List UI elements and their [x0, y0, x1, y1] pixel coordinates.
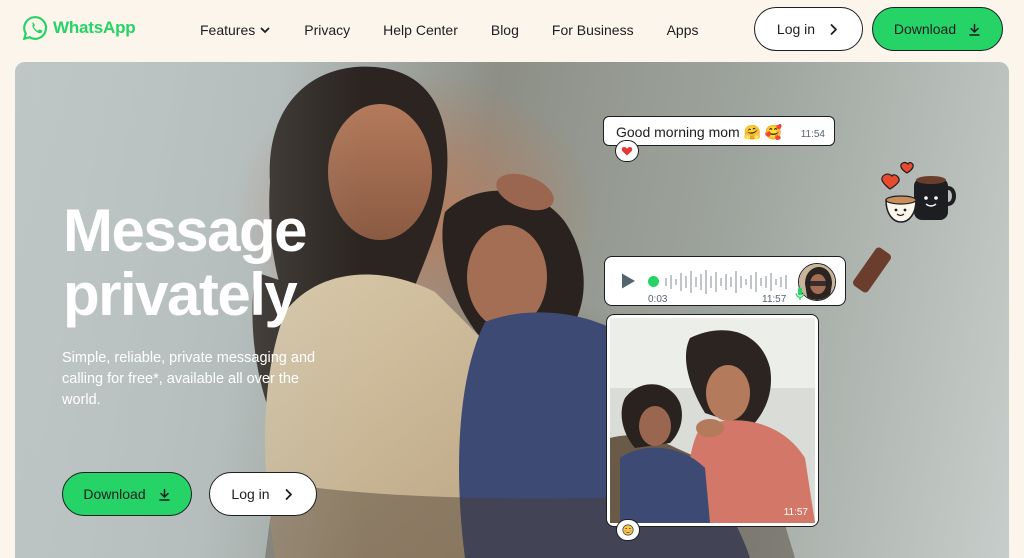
brand-name: WhatsApp: [53, 18, 136, 37]
nav-item-label: Apps: [666, 22, 699, 38]
chevron-down-icon: [260, 27, 270, 33]
message-reaction-badge: [615, 140, 639, 162]
voice-timestamp: 11:57: [762, 294, 787, 305]
login-label: Log in: [231, 486, 270, 502]
chat-message-text: Good morning mom 🤗 🥰: [616, 124, 783, 140]
whatsapp-logo-icon: [22, 16, 48, 41]
hero-section: Message privately Simple, reliable, priv…: [15, 62, 1009, 558]
hero-subtitle: Simple, reliable, private messaging and …: [62, 350, 316, 408]
hero-download-button[interactable]: Download: [62, 472, 192, 516]
hero-title: Message privately: [63, 197, 307, 328]
nav-item-features[interactable]: Features: [200, 22, 271, 38]
blushing-face-icon: [622, 524, 634, 536]
nav-item-label: Features: [200, 22, 256, 38]
voice-duration: 0:03: [648, 294, 668, 305]
login-label: Log in: [776, 21, 816, 37]
nav-item-label: Blog: [490, 22, 519, 38]
heart-icon: [621, 147, 633, 156]
chevron-right-icon: [830, 23, 837, 35]
nav-item-help-center[interactable]: Help Center: [383, 22, 458, 38]
main-nav: Features Privacy Help Center Blog For Bu…: [200, 20, 732, 40]
microphone-icon: [795, 287, 805, 300]
coffee-cups-sticker: [881, 161, 956, 223]
top-navigation: WhatsApp Features Privacy Help Center Bl…: [0, 0, 1024, 60]
nav-item-label: Privacy: [304, 22, 351, 38]
download-label: Download: [893, 21, 957, 37]
download-label: Download: [83, 486, 146, 502]
download-arrow-icon: [969, 23, 980, 36]
hero-login-button[interactable]: Log in: [209, 472, 317, 516]
header-login-button[interactable]: Log in: [754, 7, 863, 51]
chat-message-bubble: Good morning mom 🤗 🥰 11:54: [603, 116, 835, 146]
whatsapp-logo[interactable]: WhatsApp: [22, 14, 136, 42]
nav-item-label: Help Center: [383, 22, 458, 38]
nav-item-apps[interactable]: Apps: [667, 22, 699, 38]
download-arrow-icon: [158, 488, 170, 501]
photo-reaction-badge: [616, 519, 640, 541]
nav-item-for-business[interactable]: For Business: [552, 22, 634, 38]
header-download-button[interactable]: Download: [872, 7, 1003, 51]
photo-message-bubble: 11:57: [606, 314, 819, 527]
photo-timestamp: 11:57: [783, 507, 808, 518]
nav-item-label: For Business: [551, 22, 634, 38]
audio-waveform: [665, 270, 787, 294]
play-icon[interactable]: [619, 272, 637, 290]
voice-progress-dot[interactable]: [648, 276, 659, 287]
nav-item-blog[interactable]: Blog: [491, 22, 519, 38]
chevron-right-icon: [285, 488, 292, 500]
shared-photo[interactable]: [610, 318, 815, 523]
message-timestamp: 11:54: [800, 129, 825, 140]
nav-item-privacy[interactable]: Privacy: [304, 22, 350, 38]
voice-message-bubble: 0:03 11:57: [604, 256, 846, 306]
